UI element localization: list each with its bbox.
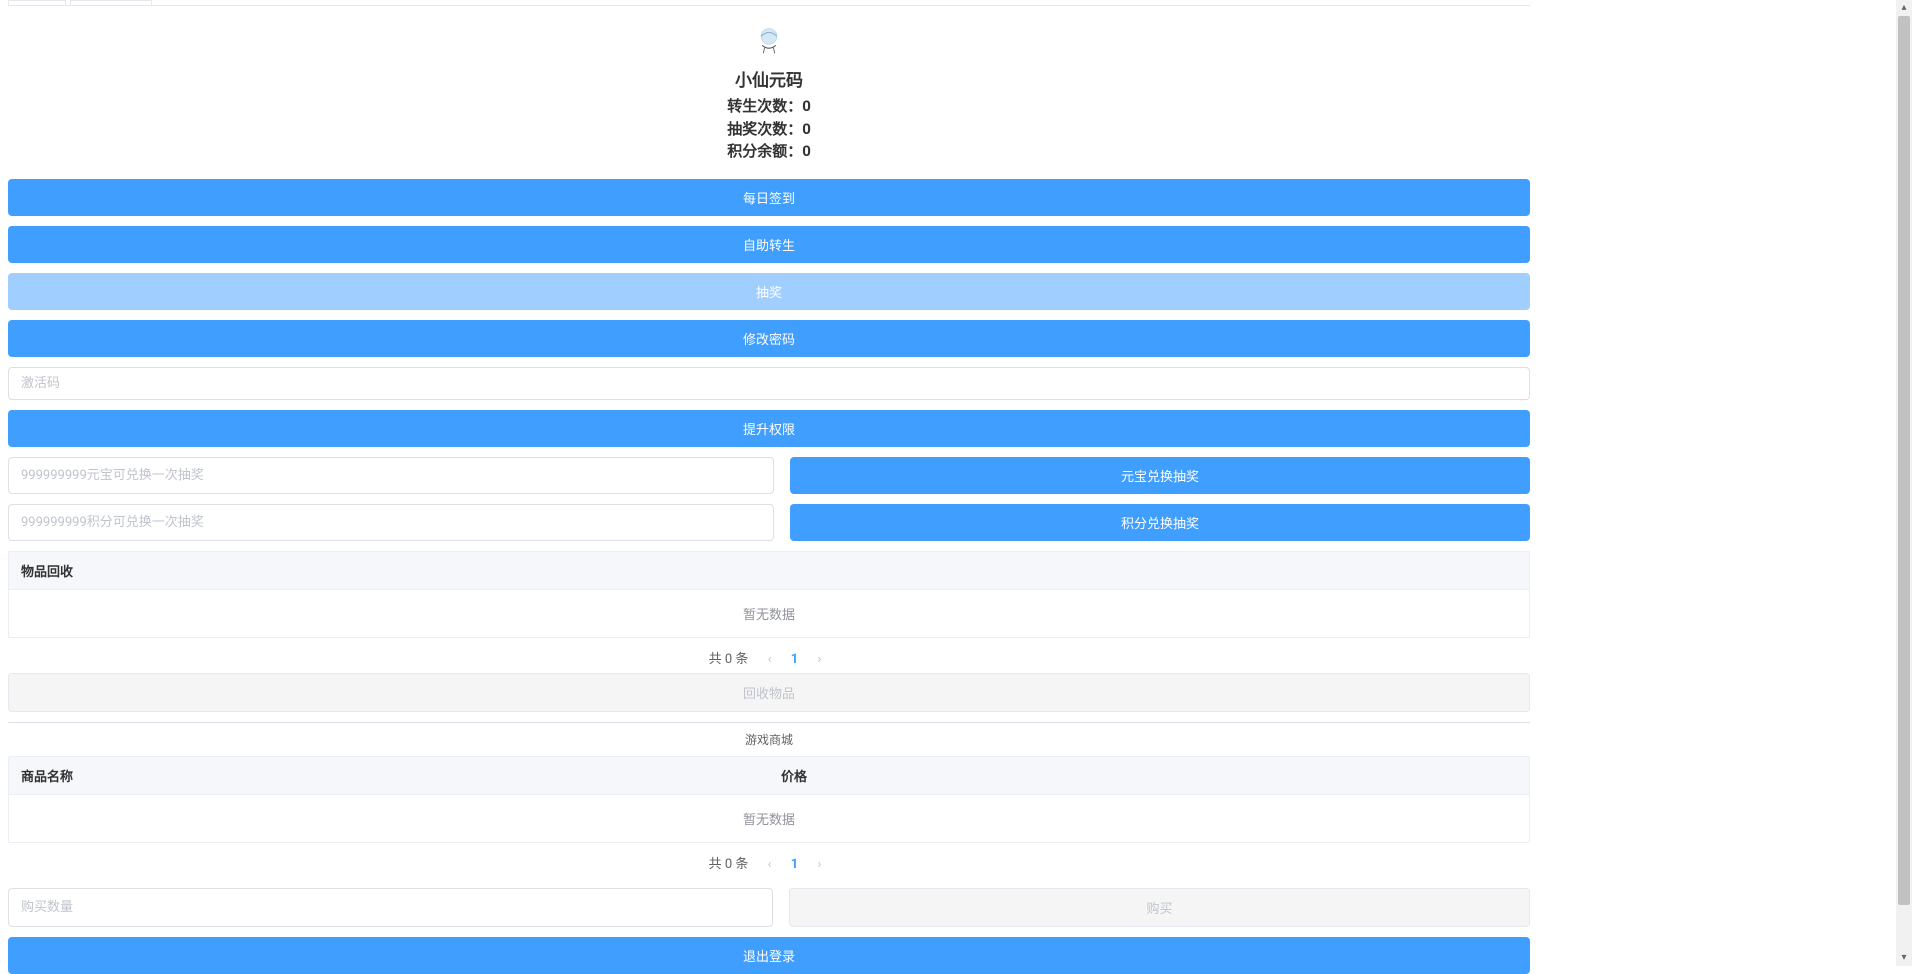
scrollbar-thumb[interactable] bbox=[1898, 16, 1910, 905]
shop-pagination: 共 0 条 ‹ 1 › bbox=[8, 847, 1530, 878]
recycle-table-empty: 暂无数据 bbox=[9, 590, 1529, 637]
tab-bar: 首页 游戏商城 bbox=[8, 0, 1530, 6]
avatar-icon bbox=[751, 24, 787, 60]
yuanbao-exchange-input[interactable] bbox=[8, 457, 774, 494]
shop-col-price: 价格 bbox=[769, 757, 1529, 794]
recycle-table-header: 物品回收 bbox=[9, 552, 1529, 589]
upgrade-permission-button[interactable]: 提升权限 bbox=[8, 410, 1530, 447]
avatar bbox=[749, 22, 789, 62]
recycle-table: 物品回收 暂无数据 bbox=[8, 551, 1530, 638]
recycle-items-button: 回收物品 bbox=[8, 673, 1530, 712]
buy-button: 购买 bbox=[789, 888, 1530, 927]
points-exchange-button[interactable]: 积分兑换抽奖 bbox=[790, 504, 1530, 541]
username: 小仙元码 bbox=[8, 66, 1530, 91]
shop-next-icon: › bbox=[809, 857, 829, 872]
stat-rebirth: 转生次数：0 bbox=[8, 95, 1530, 118]
activation-code-input[interactable] bbox=[8, 367, 1530, 400]
change-password-button[interactable]: 修改密码 bbox=[8, 320, 1530, 357]
points-exchange-input[interactable] bbox=[8, 504, 774, 541]
shop-table-empty: 暂无数据 bbox=[9, 795, 1529, 842]
shop-prev-icon: ‹ bbox=[760, 857, 780, 872]
recycle-pagination-total: 共 0 条 bbox=[709, 652, 749, 667]
lottery-button: 抽奖 bbox=[8, 273, 1530, 310]
shop-section-title: 游戏商城 bbox=[8, 723, 1530, 752]
scrollbar-up-icon[interactable]: ▴ bbox=[1896, 0, 1912, 16]
scrollbar-down-icon[interactable]: ▾ bbox=[1896, 950, 1912, 966]
recycle-pagination: 共 0 条 ‹ 1 › bbox=[8, 642, 1530, 673]
shop-table: 商品名称 价格 暂无数据 bbox=[8, 756, 1530, 843]
logout-button[interactable]: 退出登录 bbox=[8, 937, 1530, 974]
daily-signin-button[interactable]: 每日签到 bbox=[8, 179, 1530, 216]
tab-home[interactable]: 首页 bbox=[8, 0, 66, 6]
shop-col-name: 商品名称 bbox=[9, 757, 769, 794]
recycle-prev-icon: ‹ bbox=[760, 652, 780, 667]
shop-pagination-total: 共 0 条 bbox=[709, 857, 749, 872]
tab-shop[interactable]: 游戏商城 bbox=[70, 0, 152, 6]
buy-qty-input[interactable] bbox=[8, 888, 773, 927]
yuanbao-exchange-button[interactable]: 元宝兑换抽奖 bbox=[790, 457, 1530, 494]
stat-points: 积分余额：0 bbox=[8, 140, 1530, 163]
user-header: 小仙元码 转生次数：0 抽奖次数：0 积分余额：0 bbox=[8, 14, 1530, 169]
recycle-page-1[interactable]: 1 bbox=[783, 652, 806, 667]
recycle-next-icon: › bbox=[809, 652, 829, 667]
scrollbar[interactable]: ▴ ▾ bbox=[1896, 0, 1912, 966]
shop-page-1[interactable]: 1 bbox=[783, 857, 806, 872]
stat-lottery: 抽奖次数：0 bbox=[8, 118, 1530, 141]
self-rebirth-button[interactable]: 自助转生 bbox=[8, 226, 1530, 263]
